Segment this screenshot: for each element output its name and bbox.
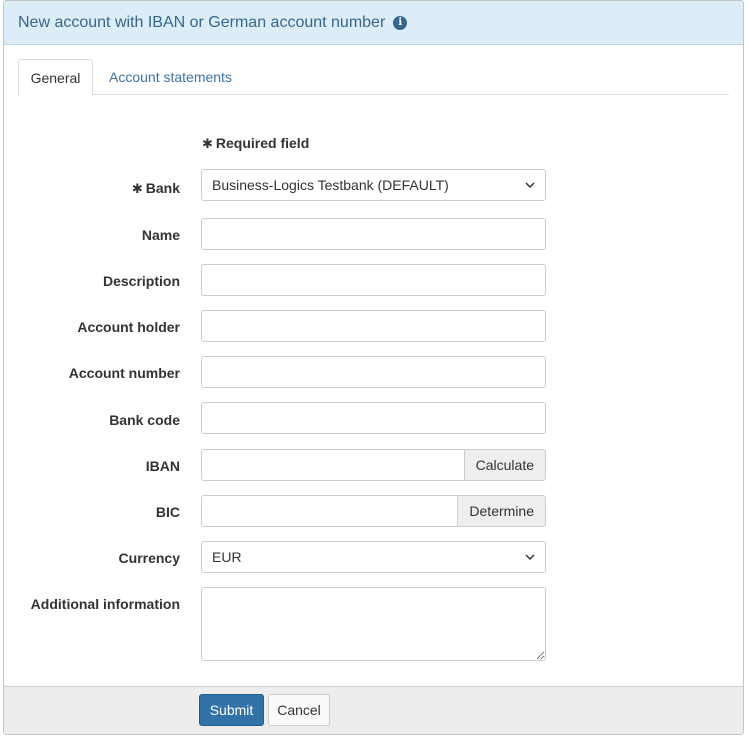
description-input[interactable]	[201, 264, 546, 296]
calculate-button[interactable]: Calculate	[463, 449, 546, 481]
form-footer: Submit Cancel	[4, 686, 743, 734]
cancel-button[interactable]: Cancel	[268, 694, 330, 726]
bic-label: BIC	[155, 504, 180, 520]
bank-label-text: Bank	[145, 180, 180, 196]
account-number-input[interactable]	[201, 356, 546, 388]
chevron-down-icon	[525, 554, 535, 561]
required-field-note: ✱ Required field	[202, 135, 309, 152]
required-note-text: Required field	[215, 135, 310, 151]
name-input[interactable]	[201, 218, 546, 250]
panel-title: New account with IBAN or German account …	[18, 13, 386, 31]
currency-select-value: EUR	[212, 549, 242, 565]
panel-header: New account with IBAN or German account …	[4, 1, 743, 45]
additional-information-label: Additional information	[30, 596, 180, 612]
iban-label: IBAN	[145, 458, 180, 474]
submit-button[interactable]: Submit	[199, 694, 264, 726]
tab-account-statements[interactable]: Account statements	[95, 59, 246, 95]
name-label: Name	[141, 227, 180, 243]
iban-input[interactable]	[201, 449, 464, 481]
required-star-icon: ✱	[202, 137, 213, 152]
currency-label: Currency	[118, 550, 180, 566]
bic-input[interactable]	[201, 495, 458, 527]
required-star-icon: ✱	[131, 182, 143, 197]
tab-general[interactable]: General	[18, 59, 93, 96]
bic-input-group: Determine	[201, 495, 546, 527]
bank-code-input[interactable]	[201, 402, 546, 434]
currency-select[interactable]: EUR	[201, 541, 546, 573]
chevron-down-icon	[525, 182, 535, 189]
bank-label: ✱ Bank	[132, 180, 180, 197]
bank-select-value: Business-Logics Testbank (DEFAULT)	[212, 177, 449, 193]
account-number-label: Account number	[68, 365, 180, 381]
description-label: Description	[102, 273, 180, 289]
bank-select[interactable]: Business-Logics Testbank (DEFAULT)	[201, 169, 546, 201]
tab-bar: General Account statements	[18, 59, 729, 96]
determine-button[interactable]: Determine	[457, 495, 546, 527]
account-holder-input[interactable]	[201, 310, 546, 342]
additional-information-textarea[interactable]	[201, 587, 546, 661]
new-account-panel: New account with IBAN or German account …	[3, 0, 744, 735]
info-icon[interactable]: i	[393, 15, 408, 30]
account-holder-label: Account holder	[77, 319, 180, 335]
iban-input-group: Calculate	[201, 449, 546, 481]
bank-code-label: Bank code	[109, 412, 180, 428]
